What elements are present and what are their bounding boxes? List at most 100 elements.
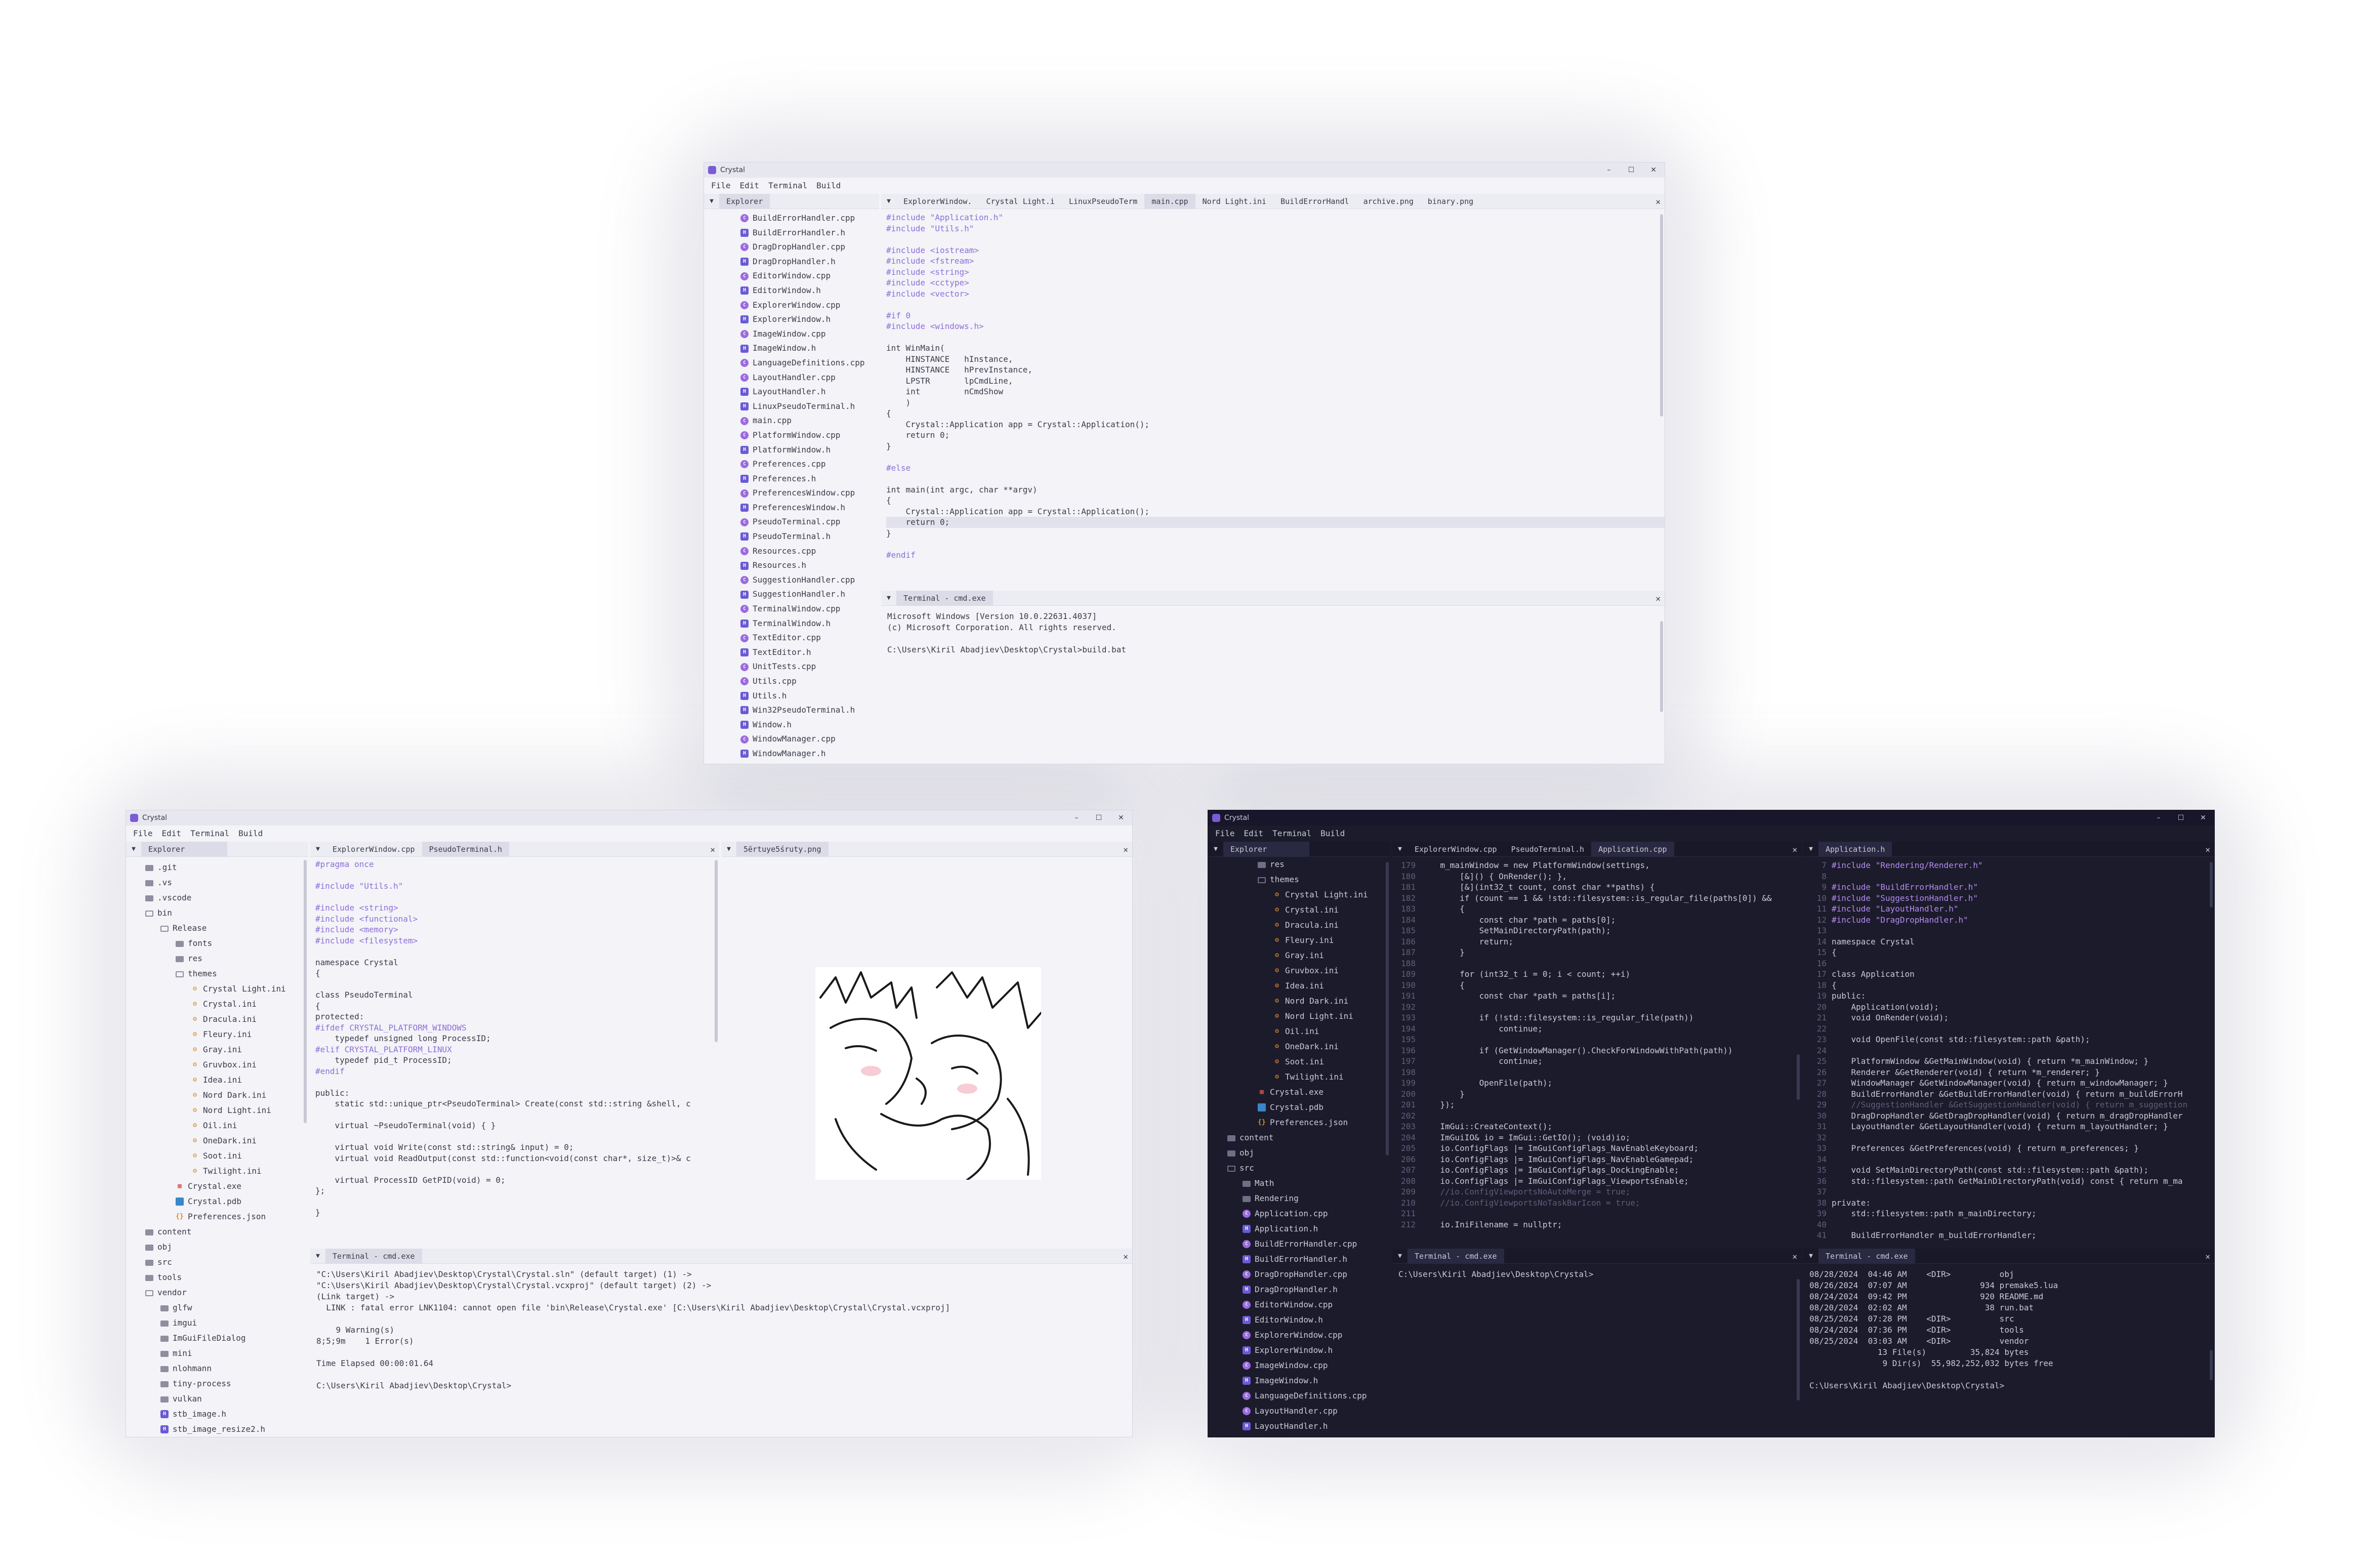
- tree-item[interactable]: themes: [1227, 872, 1390, 887]
- editor-tab[interactable]: main.cpp: [1144, 194, 1195, 209]
- close-terminal-icon[interactable]: ✕: [1792, 1249, 1797, 1264]
- terminal-output[interactable]: Microsoft Windows [Version 10.0.22631.40…: [881, 606, 1665, 764]
- tree-item[interactable]: C LanguageDefinitions.cpp: [740, 356, 879, 370]
- menu-terminal[interactable]: Terminal: [190, 829, 229, 838]
- tree-item[interactable]: H PreferencesWindow.h: [740, 501, 879, 515]
- tree-item[interactable]: Release: [145, 921, 308, 936]
- tree-item[interactable]: glfw: [145, 1300, 308, 1315]
- editor-tab[interactable]: ExplorerWindow.: [896, 194, 979, 209]
- tree-item[interactable]: H Utils.h: [740, 689, 879, 704]
- tree-item[interactable]: Crystal.pdb: [1227, 1100, 1390, 1115]
- tree-item[interactable]: C Resources.cpp: [740, 544, 879, 559]
- code-editor[interactable]: #pragma once #include "Utils.h" #include…: [310, 859, 719, 1247]
- close-editor-icon[interactable]: ✕: [2205, 842, 2210, 857]
- image-tab[interactable]: 5ërtuye5śruty.png: [736, 842, 829, 856]
- editor-tab[interactable]: Crystal Light.i: [979, 194, 1061, 209]
- tree-item[interactable]: obj: [1227, 1145, 1390, 1161]
- tree-item[interactable]: .vscode: [145, 890, 308, 905]
- terminal-tab[interactable]: Terminal - cmd.exe: [325, 1249, 422, 1263]
- maximize-button[interactable]: ☐: [1088, 810, 1110, 826]
- tree-item[interactable]: H EditorWindow.h: [1227, 1312, 1390, 1328]
- tree-item[interactable]: C ImageWindow.cpp: [740, 327, 879, 342]
- tree-item[interactable]: ⚙ OneDark.ini: [1227, 1039, 1390, 1054]
- terminal-tab[interactable]: Terminal - cmd.exe: [896, 591, 993, 605]
- minimize-button[interactable]: –: [2147, 810, 2170, 826]
- editor-tab[interactable]: binary.png: [1421, 194, 1480, 209]
- explorer-tab[interactable]: Explorer: [1223, 842, 1309, 856]
- code-editor[interactable]: 179 m_mainWindow = new PlatformWindow(se…: [1392, 860, 1801, 1247]
- tree-item[interactable]: ⚙ OneDark.ini: [145, 1133, 308, 1148]
- tree-item[interactable]: H Resources.h: [740, 558, 879, 573]
- close-button[interactable]: ✕: [1642, 162, 1665, 178]
- tree-item[interactable]: ⚙ Nord Light.ini: [1227, 1009, 1390, 1024]
- tree-item[interactable]: H ImageWindow.h: [1227, 1373, 1390, 1388]
- tree-item[interactable]: C BuildErrorHandler.cpp: [1227, 1236, 1390, 1252]
- tree-item[interactable]: H LayoutHandler.h: [1227, 1419, 1390, 1434]
- tree-item[interactable]: vulkan: [145, 1391, 308, 1407]
- panel-menu-icon[interactable]: ▼: [1392, 845, 1408, 853]
- close-editor-icon[interactable]: ✕: [1792, 842, 1797, 857]
- terminal-tab[interactable]: Terminal - cmd.exe: [1408, 1249, 1504, 1263]
- tree-item[interactable]: res: [145, 951, 308, 966]
- tree-item[interactable]: ⚙ Soot.ini: [145, 1148, 308, 1164]
- tree-item[interactable]: H SuggestionHandler.h: [740, 587, 879, 602]
- tree-item[interactable]: themes: [145, 966, 308, 981]
- tree-item[interactable]: Hstb_image.h: [145, 1407, 308, 1422]
- close-editor-icon[interactable]: ✕: [1656, 194, 1661, 209]
- tree-item[interactable]: res: [1227, 857, 1390, 872]
- tree-item[interactable]: ⚙ Idea.ini: [1227, 978, 1390, 994]
- tree-item[interactable]: C LayoutHandler.cpp: [740, 370, 879, 385]
- menu-edit[interactable]: Edit: [1244, 829, 1264, 838]
- header-scrollbar[interactable]: [2210, 862, 2213, 907]
- tree-item[interactable]: C PreferencesWindow.cpp: [740, 486, 879, 501]
- menu-file[interactable]: File: [1215, 829, 1235, 838]
- terminal-scrollbar[interactable]: [2210, 1350, 2213, 1380]
- tree-item[interactable]: fonts: [145, 936, 308, 951]
- tree-item[interactable]: H Preferences.h: [740, 472, 879, 486]
- tree-item[interactable]: ▦ Crystal.exe: [1227, 1085, 1390, 1100]
- tree-item[interactable]: Hstb_image_resize2.h: [145, 1422, 308, 1437]
- editor-tab[interactable]: PseudoTerminal.h: [422, 842, 510, 856]
- explorer-tab[interactable]: Explorer: [141, 842, 227, 856]
- tree-item[interactable]: ⚙ Gruvbox.ini: [145, 1057, 308, 1072]
- tree-item[interactable]: Cmain.cpp: [740, 414, 879, 428]
- tree-item[interactable]: {} Preferences.json: [1227, 1115, 1390, 1130]
- tree-item[interactable]: src: [145, 1255, 308, 1270]
- explorer-tab[interactable]: Explorer: [719, 194, 770, 209]
- panel-menu-icon[interactable]: ▼: [126, 845, 141, 853]
- explorer-scrollbar[interactable]: [1386, 862, 1389, 1156]
- tree-item[interactable]: content: [1227, 1130, 1390, 1145]
- tree-item[interactable]: C DragDropHandler.cpp: [1227, 1267, 1390, 1282]
- tree-item[interactable]: ⚙ Twilight.ini: [145, 1164, 308, 1179]
- editor-tab[interactable]: archive.png: [1356, 194, 1421, 209]
- close-button[interactable]: ✕: [2192, 810, 2214, 826]
- terminal-scrollbar[interactable]: [1797, 1279, 1800, 1400]
- title-bar[interactable]: Crystal – ☐ ✕: [1208, 810, 2214, 826]
- tree-item[interactable]: ⚙ Soot.ini: [1227, 1054, 1390, 1069]
- tree-item[interactable]: content: [145, 1224, 308, 1240]
- explorer-scrollbar[interactable]: [304, 860, 307, 1123]
- menu-build[interactable]: Build: [238, 829, 263, 838]
- tree-item[interactable]: H Window.h: [740, 718, 879, 732]
- panel-menu-icon[interactable]: ▼: [721, 845, 736, 853]
- tree-item[interactable]: C ImageWindow.cpp: [1227, 1358, 1390, 1373]
- tree-item[interactable]: ⚙ Dracula.ini: [145, 1012, 308, 1027]
- tree-item[interactable]: ⚙ Idea.ini: [145, 1072, 308, 1088]
- tree-item[interactable]: C WindowManager.cpp: [740, 732, 879, 747]
- tree-item[interactable]: C UnitTests.cpp: [740, 659, 879, 674]
- tree-item[interactable]: C Preferences.cpp: [740, 457, 879, 472]
- tree-item[interactable]: ImGuiFileDialog: [145, 1331, 308, 1346]
- editor-tab[interactable]: LinuxPseudoTerm: [1062, 194, 1144, 209]
- title-bar[interactable]: Crystal – ☐ ✕: [704, 162, 1665, 178]
- terminal-output[interactable]: "C:\Users\Kiril Abadjiev\Desktop\Crystal…: [310, 1264, 1132, 1437]
- editor-tab[interactable]: ExplorerWindow.cpp: [325, 842, 422, 856]
- close-button[interactable]: ✕: [1110, 810, 1132, 826]
- tree-item[interactable]: H BuildErrorHandler.h: [1227, 1252, 1390, 1267]
- terminal-scrollbar[interactable]: [1660, 621, 1663, 712]
- tree-item[interactable]: imgui: [145, 1315, 308, 1331]
- editor-tab[interactable]: ExplorerWindow.cpp: [1408, 842, 1504, 856]
- application-h-tab[interactable]: Application.h: [1818, 842, 1892, 856]
- tree-item[interactable]: C Utils.cpp: [740, 674, 879, 689]
- tree-item[interactable]: tiny-process: [145, 1376, 308, 1391]
- terminal-output[interactable]: C:\Users\Kiril Abadjiev\Desktop\Crystal>: [1392, 1264, 1801, 1437]
